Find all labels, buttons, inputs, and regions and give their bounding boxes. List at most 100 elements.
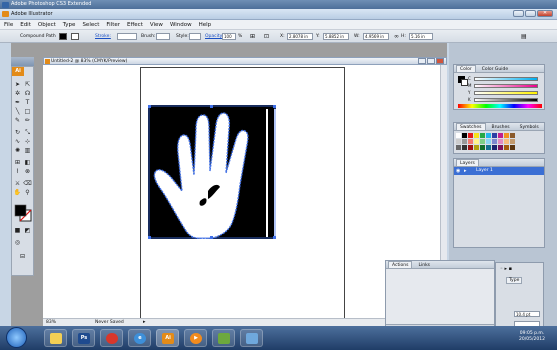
direct-selection-tool-icon[interactable]: ⇱ bbox=[23, 81, 32, 89]
taskbar-ie[interactable]: e bbox=[128, 329, 151, 347]
tab-type[interactable]: Type bbox=[506, 277, 523, 284]
color-mode-icon[interactable]: ■ bbox=[13, 227, 22, 235]
taskbar-notes[interactable] bbox=[240, 329, 263, 347]
mesh-tool-icon[interactable]: ⊞ bbox=[13, 159, 22, 167]
taskbar-explorer[interactable] bbox=[44, 329, 67, 347]
font-size-field[interactable]: 10.4 pt bbox=[514, 311, 540, 317]
swatch-grid[interactable] bbox=[456, 133, 515, 150]
cyan-slider[interactable] bbox=[474, 77, 538, 81]
visibility-eye-icon[interactable]: ◉ bbox=[456, 167, 460, 175]
magic-wand-tool-icon[interactable]: ✲ bbox=[13, 90, 22, 98]
menu-object[interactable]: Object bbox=[38, 22, 56, 28]
layer-name[interactable]: Layer 1 bbox=[476, 168, 493, 173]
selection-tool-icon[interactable]: ➤ bbox=[13, 81, 22, 89]
save-status: Never Saved bbox=[95, 320, 124, 325]
layer-row-1[interactable]: ◉ ▸ Layer 1 bbox=[454, 167, 544, 175]
menu-filter[interactable]: Filter bbox=[106, 22, 120, 28]
color-panel-stroke[interactable] bbox=[461, 79, 468, 86]
tab-actions[interactable]: Actions bbox=[388, 261, 413, 268]
stroke-link[interactable]: Stroke: bbox=[95, 33, 111, 40]
menu-edit[interactable]: Edit bbox=[20, 22, 31, 28]
hand-tool-icon[interactable]: ✋ bbox=[13, 189, 22, 197]
opacity-link[interactable]: Opacity: bbox=[205, 33, 224, 40]
stroke-weight-field[interactable] bbox=[117, 33, 137, 40]
fill-stroke-swatches[interactable] bbox=[14, 204, 32, 222]
taskbar-app[interactable] bbox=[212, 329, 235, 347]
tab-brushes[interactable]: Brushes bbox=[488, 123, 514, 130]
menu-view[interactable]: View bbox=[150, 22, 163, 28]
taskbar-clock[interactable]: 09:05 p.m. 20/05/2012 bbox=[510, 331, 554, 345]
lasso-tool-icon[interactable]: ☊ bbox=[23, 90, 32, 98]
tab-color[interactable]: Color bbox=[456, 65, 476, 72]
taskbar-illustrator[interactable]: Ai bbox=[156, 329, 179, 347]
blend-tool-icon[interactable]: ⊗ bbox=[23, 168, 32, 176]
gradient-tool-icon[interactable]: ◧ bbox=[23, 159, 32, 167]
stroke-swatch[interactable] bbox=[71, 33, 79, 40]
zoom-tool-icon[interactable]: ⚲ bbox=[23, 189, 32, 197]
x-field[interactable]: 2.8078 in bbox=[287, 33, 313, 40]
slice-tool-icon[interactable]: ⚔ bbox=[13, 180, 22, 188]
menu-window[interactable]: Window bbox=[170, 22, 192, 28]
doc-close-button[interactable] bbox=[436, 58, 444, 64]
minimize-button[interactable] bbox=[513, 10, 524, 17]
eyedropper-tool-icon[interactable]: ⌇ bbox=[13, 168, 22, 176]
color-spectrum[interactable] bbox=[458, 104, 542, 108]
doc-minimize-button[interactable] bbox=[418, 58, 426, 64]
menu-select[interactable]: Select bbox=[82, 22, 99, 28]
draw-mode-icon[interactable]: ◎ bbox=[13, 239, 22, 247]
w-field[interactable]: 4.9569 in bbox=[363, 33, 389, 40]
tools-panel-header[interactable] bbox=[11, 57, 34, 66]
screen-mode-icon[interactable]: ⊟ bbox=[18, 253, 27, 261]
type-tool-icon[interactable]: T bbox=[23, 99, 32, 107]
black-slider[interactable] bbox=[474, 98, 538, 102]
gradient-mode-icon[interactable]: ◩ bbox=[23, 227, 32, 235]
fill-swatch[interactable] bbox=[59, 33, 67, 40]
paintbrush-tool-icon[interactable]: ✎ bbox=[13, 117, 22, 125]
y-field[interactable]: 5.8852 in bbox=[323, 33, 349, 40]
hand-artwork[interactable] bbox=[148, 105, 276, 239]
menu-file[interactable]: File bbox=[4, 22, 13, 28]
align-icon[interactable]: ⊞ bbox=[250, 33, 255, 40]
h-field[interactable]: 5.16 in bbox=[409, 33, 433, 40]
opacity-field[interactable]: 100 bbox=[222, 33, 236, 40]
menu-type[interactable]: Type bbox=[63, 22, 76, 28]
line-tool-icon[interactable]: ╲ bbox=[13, 108, 22, 116]
graph-tool-icon[interactable]: ▥ bbox=[23, 147, 32, 155]
tab-color-guide[interactable]: Color Guide bbox=[478, 65, 512, 72]
expand-arrow-icon[interactable]: ▸ bbox=[464, 167, 467, 175]
maximize-button[interactable] bbox=[525, 10, 536, 17]
brush-select[interactable] bbox=[156, 33, 170, 40]
taskbar-chrome[interactable] bbox=[100, 329, 123, 347]
taskbar-photoshop[interactable]: Ps bbox=[72, 329, 95, 347]
constrain-link-icon[interactable]: ∞ bbox=[394, 33, 399, 40]
panel-menu-icon[interactable]: ▤ bbox=[521, 33, 527, 40]
rectangle-tool-icon[interactable]: □ bbox=[23, 108, 32, 116]
warp-tool-icon[interactable]: ∿ bbox=[13, 138, 22, 146]
magenta-slider[interactable] bbox=[474, 84, 538, 88]
tab-swatches[interactable]: Swatches bbox=[456, 123, 486, 130]
tab-links[interactable]: Links bbox=[414, 261, 434, 268]
yellow-slider[interactable] bbox=[474, 91, 538, 95]
free-transform-tool-icon[interactable]: ⊹ bbox=[23, 138, 32, 146]
document-titlebar[interactable]: Untitled-2 @ 83% (CMYK/Preview) bbox=[43, 57, 447, 65]
eraser-tool-icon[interactable]: ⌫ bbox=[23, 180, 32, 188]
menu-effect[interactable]: Effect bbox=[127, 22, 143, 28]
taskbar-media-player[interactable]: ▶ bbox=[184, 329, 207, 347]
pen-tool-icon[interactable]: ✒ bbox=[13, 99, 22, 107]
status-arrow-icon[interactable]: ▸ bbox=[143, 319, 146, 326]
tab-layers[interactable]: Layers bbox=[456, 159, 479, 166]
start-button[interactable] bbox=[6, 327, 27, 348]
tab-symbols[interactable]: Symbols bbox=[516, 123, 543, 130]
close-button[interactable]: ✕ bbox=[537, 10, 553, 17]
transform-icon[interactable]: ⊡ bbox=[264, 33, 269, 40]
menu-help[interactable]: Help bbox=[199, 22, 212, 28]
pencil-tool-icon[interactable]: ✏ bbox=[23, 117, 32, 125]
symbol-sprayer-tool-icon[interactable]: ✺ bbox=[13, 147, 22, 155]
type-panel-icons[interactable]: ◦ ▸ ▪ bbox=[500, 266, 512, 272]
scale-tool-icon[interactable]: ⤡ bbox=[23, 129, 32, 137]
layers-panel: Layers ◉ ▸ Layer 1 bbox=[453, 158, 545, 248]
style-select[interactable] bbox=[189, 33, 201, 40]
rotate-tool-icon[interactable]: ↻ bbox=[13, 129, 22, 137]
doc-maximize-button[interactable] bbox=[427, 58, 435, 64]
zoom-level[interactable]: 83% bbox=[46, 319, 56, 326]
